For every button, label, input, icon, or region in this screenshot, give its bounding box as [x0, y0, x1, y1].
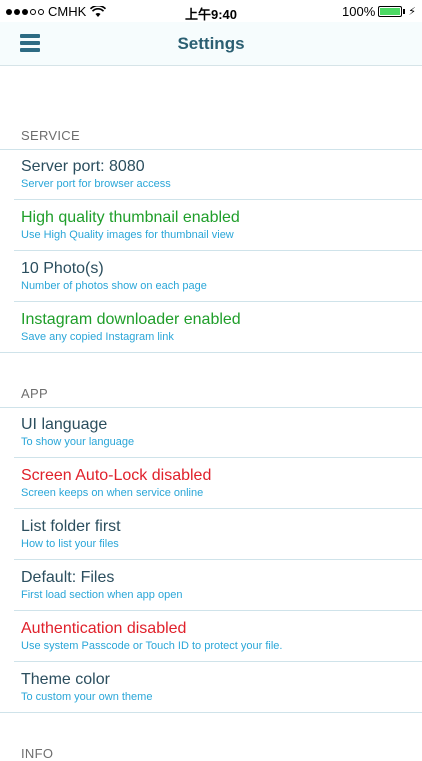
- row-subtitle: Server port for browser access: [21, 178, 171, 190]
- row-subtitle: First load section when app open: [21, 589, 183, 601]
- row-title: List folder first: [21, 518, 121, 535]
- settings-row[interactable]: 10 Photo(s) Number of photos show on each…: [0, 251, 422, 301]
- row-subtitle: How to list your files: [21, 538, 119, 550]
- settings-row[interactable]: Authentication disabled Use system Passco…: [0, 611, 422, 661]
- settings-row[interactable]: List folder first How to list your files: [0, 509, 422, 559]
- row-title: High quality thumbnail enabled: [21, 209, 240, 226]
- row-subtitle: To custom your own theme: [21, 691, 153, 703]
- navigation-bar: Settings: [0, 22, 422, 66]
- settings-row[interactable]: Server port: 8080 Server port for browser…: [0, 149, 422, 199]
- row-title: UI language: [21, 416, 108, 433]
- divider: [0, 352, 422, 353]
- battery-percent: 100%: [342, 4, 376, 19]
- row-title: Server port: 8080: [21, 158, 145, 175]
- row-title: 10 Photo(s): [21, 260, 104, 277]
- section-header-info: INFO: [21, 746, 54, 761]
- settings-row[interactable]: Screen Auto-Lock disabled Screen keeps on…: [0, 458, 422, 508]
- row-title: Instagram downloader enabled: [21, 311, 241, 328]
- row-title: Screen Auto-Lock disabled: [21, 467, 212, 484]
- row-subtitle: To show your language: [21, 436, 135, 448]
- row-subtitle: Use system Passcode or Touch ID to prote…: [21, 640, 283, 652]
- section-header-service: SERVICE: [21, 128, 80, 143]
- charging-icon: ⚡: [408, 6, 416, 18]
- settings-row[interactable]: Instagram downloader enabled Save any cop…: [0, 302, 422, 352]
- row-subtitle: Save any copied Instagram link: [21, 331, 174, 343]
- battery-icon: [378, 6, 403, 17]
- battery-fill: [380, 8, 401, 15]
- divider: [0, 712, 422, 713]
- status-right: 100% ⚡: [342, 4, 416, 19]
- row-title: Default: Files: [21, 569, 115, 586]
- settings-row[interactable]: UI language To show your language: [0, 407, 422, 457]
- page-title: Settings: [177, 34, 245, 53]
- row-subtitle: Use High Quality images for thumbnail vi…: [21, 229, 234, 241]
- row-title: Authentication disabled: [21, 620, 187, 637]
- settings-row[interactable]: High quality thumbnail enabled Use High Q…: [0, 200, 422, 250]
- settings-row[interactable]: Theme color To custom your own theme: [0, 662, 422, 712]
- battery-cap: [403, 9, 406, 14]
- settings-row[interactable]: Default: Files First load section when ap…: [0, 560, 422, 610]
- row-subtitle: Number of photos show on each page: [21, 280, 207, 292]
- row-subtitle: Screen keeps on when service online: [21, 487, 204, 499]
- section-header-app: APP: [21, 386, 48, 401]
- status-bar: CMHK 上午9:40 100% ⚡: [0, 0, 422, 22]
- row-title: Theme color: [21, 671, 110, 688]
